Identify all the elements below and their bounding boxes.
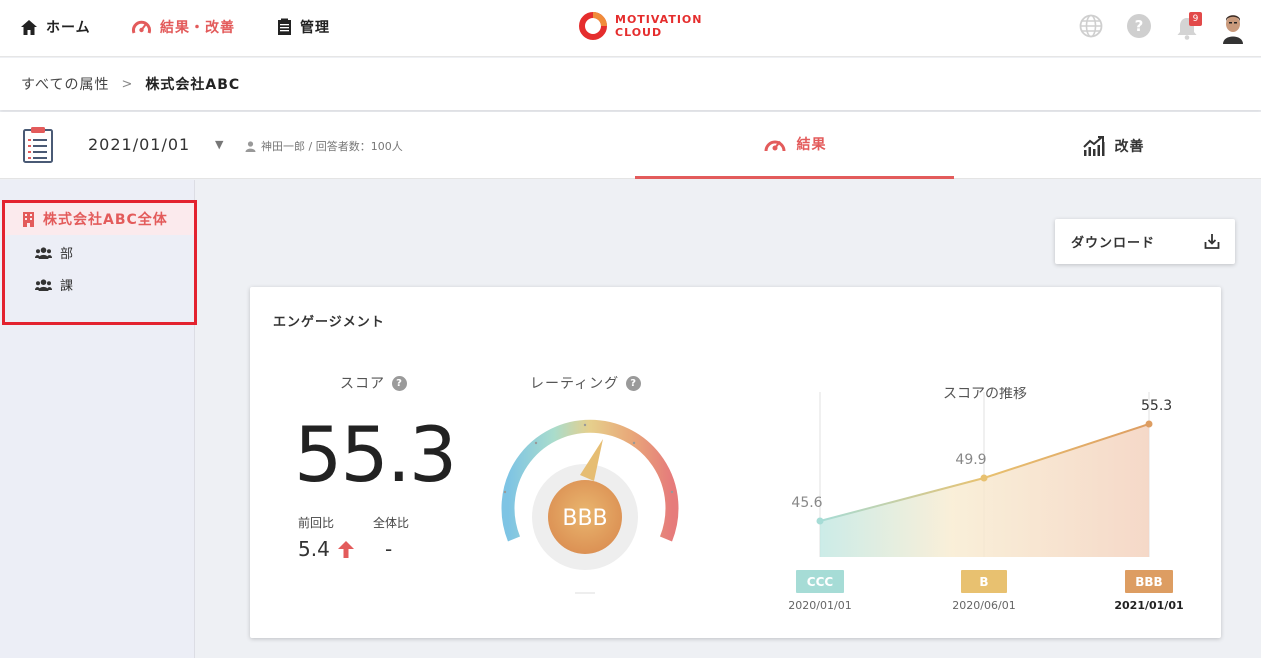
rating-badge-label: BBB (1135, 575, 1162, 589)
org-tree-highlight: 株式会社ABC全体 部 課 (2, 200, 197, 325)
survey-header: 2021/01/01 ▼ 神田一郎 / 回答者数：100人 結果 改善 (0, 112, 1261, 179)
logo-line1: MOTIVATION (615, 13, 703, 26)
notification-badge: 9 (1189, 12, 1202, 26)
arrow-up-icon (337, 540, 354, 558)
rating-badge-label: CCC (807, 575, 834, 589)
nav-results-improve[interactable]: 結果・改善 (131, 17, 235, 37)
org-tree-item-label: 課 (60, 279, 74, 294)
org-tree-item-section[interactable]: 課 (35, 275, 73, 294)
rating-heading: レーティング ? (530, 373, 642, 393)
org-tree-item-department[interactable]: 部 (35, 243, 73, 262)
data-label: 49.9 (955, 452, 986, 468)
breadcrumb-current: 株式会社ABC (145, 77, 241, 93)
score-heading-label: スコア (340, 376, 385, 392)
rating-gauge: BBB (501, 419, 679, 594)
survey-sheet-icon (23, 127, 53, 163)
data-point (980, 474, 988, 482)
nav-home-label: ホーム (46, 20, 91, 36)
avatar[interactable] (1221, 12, 1245, 44)
tab-results-label: 結果 (796, 137, 827, 153)
rating-help-icon[interactable]: ? (626, 375, 642, 391)
total-diff-value: - (385, 537, 393, 561)
org-tree-root-label: 株式会社ABC全体 (43, 212, 168, 228)
speedometer-icon (132, 20, 151, 34)
nav-results-label: 結果・改善 (160, 20, 235, 36)
logo-ring-icon (579, 12, 607, 40)
data-point (816, 517, 824, 525)
rating-value: BBB (562, 506, 607, 531)
org-tree-item-label: 部 (60, 247, 74, 262)
tab-improve-label: 改善 (1114, 138, 1145, 155)
download-button[interactable]: ダウンロード (1055, 219, 1235, 264)
prev-diff-value: 5.4 (298, 537, 330, 561)
date-dropdown-caret-icon[interactable]: ▼ (215, 138, 223, 151)
x-tick-label: 2021/01/01 (1114, 599, 1183, 612)
prev-diff-label: 前回比 (298, 516, 335, 530)
top-navigation: ホーム 結果・改善 管理 MOTIVATION CLOUD ? 9 (0, 0, 1261, 57)
breadcrumb: すべての属性 > 株式会社ABC (0, 58, 1261, 110)
globe-icon[interactable] (1079, 14, 1103, 38)
svg-text:?: ? (1135, 17, 1144, 35)
users-icon (35, 246, 52, 259)
nav-manage-label: 管理 (300, 20, 330, 36)
tab-improve[interactable]: 改善 (954, 112, 1261, 179)
download-icon (1204, 234, 1220, 249)
motivation-cloud-logo[interactable]: MOTIVATION CLOUD (578, 11, 702, 41)
survey-meta: 神田一郎 / 回答者数：100人 (245, 138, 403, 154)
engagement-score: 55.3 (294, 410, 457, 499)
breadcrumb-separator: > (121, 76, 134, 92)
data-label: 45.6 (791, 495, 822, 511)
download-label: ダウンロード (1071, 236, 1156, 251)
org-tree-root[interactable]: 株式会社ABC全体 (5, 203, 194, 235)
trend-heading: スコアの推移 (943, 387, 1027, 402)
engagement-title: エンゲージメント (273, 315, 385, 330)
x-tick-label: 2020/06/01 (952, 599, 1015, 612)
building-icon (23, 211, 34, 227)
breadcrumb-root[interactable]: すべての属性 (21, 74, 109, 94)
x-tick-label: 2020/01/01 (788, 599, 851, 612)
person-icon (245, 140, 256, 152)
logo-line2: CLOUD (615, 26, 663, 39)
prev-diff: 5.4 (298, 537, 354, 561)
clipboard-icon (278, 18, 291, 35)
score-heading: スコア ? (340, 373, 407, 393)
home-icon (21, 19, 37, 35)
growth-chart-icon (1082, 135, 1104, 156)
users-icon (35, 278, 52, 291)
survey-meta-text: 神田一郎 / 回答者数：100人 (261, 140, 403, 153)
nav-home[interactable]: ホーム (20, 17, 91, 37)
data-point (1145, 420, 1153, 428)
rating-heading-label: レーティング (530, 376, 620, 392)
data-label: 55.3 (1141, 398, 1172, 414)
score-help-icon[interactable]: ? (392, 375, 407, 391)
help-icon[interactable]: ? (1127, 14, 1151, 38)
engagement-card: エンゲージメント スコア ? 55.3 前回比 全体比 5.4 - レーティング… (250, 287, 1221, 638)
speedometer-icon (764, 140, 785, 151)
survey-date: 2021/01/01 (88, 135, 191, 154)
rating-badge-label: B (979, 575, 988, 589)
tab-results[interactable]: 結果 (635, 112, 954, 179)
nav-manage[interactable]: 管理 (277, 17, 330, 37)
score-trend-chart: スコアの推移 45.6 CCC 2020/01/01 49.9 B 2020/06/01 5… (788, 387, 1183, 612)
total-diff-label: 全体比 (373, 516, 410, 530)
